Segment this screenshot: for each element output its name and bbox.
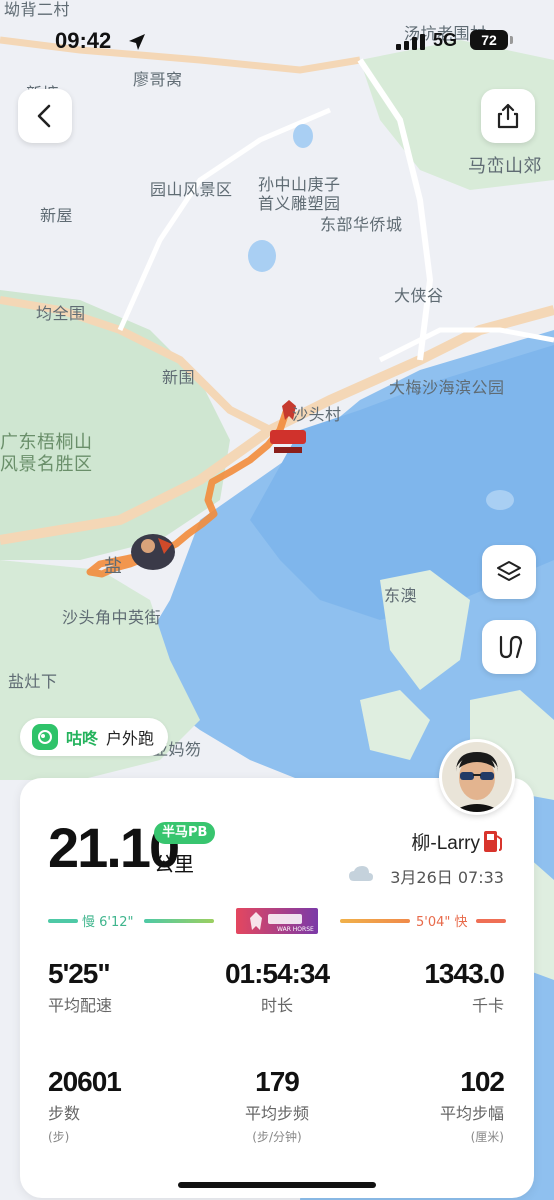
share-button[interactable] (481, 89, 535, 143)
route-replay-button[interactable] (482, 620, 536, 674)
back-button[interactable] (18, 89, 72, 143)
stat-label: 千卡 (471, 996, 504, 1015)
stat-label: 平均步频 (244, 1104, 309, 1123)
codoon-logo-icon (32, 724, 58, 750)
pace-slow-gradient (144, 919, 214, 923)
pace-fast-label: 5'04" 快 (416, 915, 468, 930)
stat-label: 平均步幅 (439, 1104, 504, 1123)
pace-fast-gradient (340, 919, 410, 923)
stat-value: 01:54:34 (224, 958, 330, 989)
runner-avatar-marker-icon (128, 528, 178, 572)
pace-fast-bar (476, 919, 506, 923)
stat-steps: 20601 步数 (步) (48, 1066, 122, 1145)
stat-unit: (步) (48, 1130, 70, 1144)
map-label: 大梅沙海滨公园 (389, 378, 505, 397)
share-icon (497, 103, 519, 129)
pace-legend: 慢 6'12" WAR HORSE 5'04" 快 (48, 908, 506, 934)
layers-icon (497, 561, 521, 581)
stat-unit: (步/分钟) (252, 1130, 302, 1144)
cloud-icon (348, 865, 374, 883)
status-time: 09:42 (55, 28, 112, 53)
war-horse-banner-icon: WAR HORSE (236, 908, 318, 934)
network-type: 5G (433, 30, 458, 50)
pace-slow-label: 慢 6'12" (82, 915, 134, 930)
stat-stride: 102 平均步幅 (厘米) (439, 1066, 505, 1145)
run-summary-card: 21.10 半马PB 公里 柳-Larry 3月26日 07:33 慢 6'12… (20, 778, 534, 1198)
map-label: 均全围 (36, 304, 86, 323)
map-label: 坳背二村 (4, 0, 71, 19)
map-label: 廖哥窝 (133, 70, 183, 89)
source-app-tag: 咕咚 户外跑 (20, 718, 169, 756)
war-horse-logo-icon (268, 428, 308, 456)
map-label: 盐 (104, 556, 123, 577)
stat-label: 时长 (260, 996, 293, 1015)
stat-unit: (厘米) (470, 1130, 504, 1144)
map-label: 东澳 (384, 586, 418, 605)
stat-avg-pace: 5'25" 平均配速 (48, 958, 112, 1016)
pb-badge: 半马PB (154, 822, 216, 844)
cellular-signal-icon (396, 34, 426, 50)
map-label: 风景名胜区 (0, 454, 93, 475)
location-arrow-icon (127, 32, 147, 52)
stat-label: 步数 (48, 1104, 81, 1123)
stat-cadence: 179 平均步频 (步/分钟) (210, 1066, 344, 1145)
status-bar: 09:42 5G 72 (0, 24, 554, 60)
avatar[interactable] (439, 739, 515, 815)
map-label: 沙头村 (292, 405, 342, 424)
app-name: 咕咚 (66, 729, 99, 748)
pace-logo-text: WAR HORSE (277, 926, 314, 933)
activity-type: 户外跑 (106, 729, 155, 748)
user-photo (442, 742, 512, 812)
stat-calories: 1343.0 千卡 (424, 958, 505, 1016)
fuel-pump-icon (482, 828, 504, 854)
stat-value: 1343.0 (424, 958, 505, 989)
distance-unit: 公里 (154, 852, 194, 876)
map-label: 东部华侨城 (320, 215, 403, 234)
stat-value: 102 (460, 1066, 505, 1097)
map-layers-button[interactable] (482, 545, 536, 599)
home-indicator[interactable] (178, 1182, 376, 1188)
pace-slow-bar (48, 919, 78, 923)
map-label: 园山风景区 (150, 180, 233, 199)
map-label: 盐灶下 (8, 672, 58, 691)
run-datetime: 3月26日 07:33 (390, 868, 504, 887)
user-name[interactable]: 柳-Larry (411, 828, 480, 855)
map-label: 马峦山郊 (468, 156, 542, 177)
stat-label: 平均配速 (48, 996, 113, 1015)
map-label: 新屋 (40, 206, 74, 225)
stat-duration: 01:54:34 时长 (210, 958, 344, 1016)
stat-value: 20601 (48, 1066, 122, 1097)
battery-icon: 72 (470, 30, 513, 50)
route-icon (499, 635, 523, 659)
map-label: 沙头角中英街 (62, 608, 162, 627)
chevron-left-icon (37, 104, 51, 128)
map-label: 新围 (162, 368, 196, 387)
stat-value: 5'25" (48, 958, 111, 989)
stat-value: 179 (255, 1066, 300, 1097)
map-label: 大侠谷 (394, 286, 444, 305)
